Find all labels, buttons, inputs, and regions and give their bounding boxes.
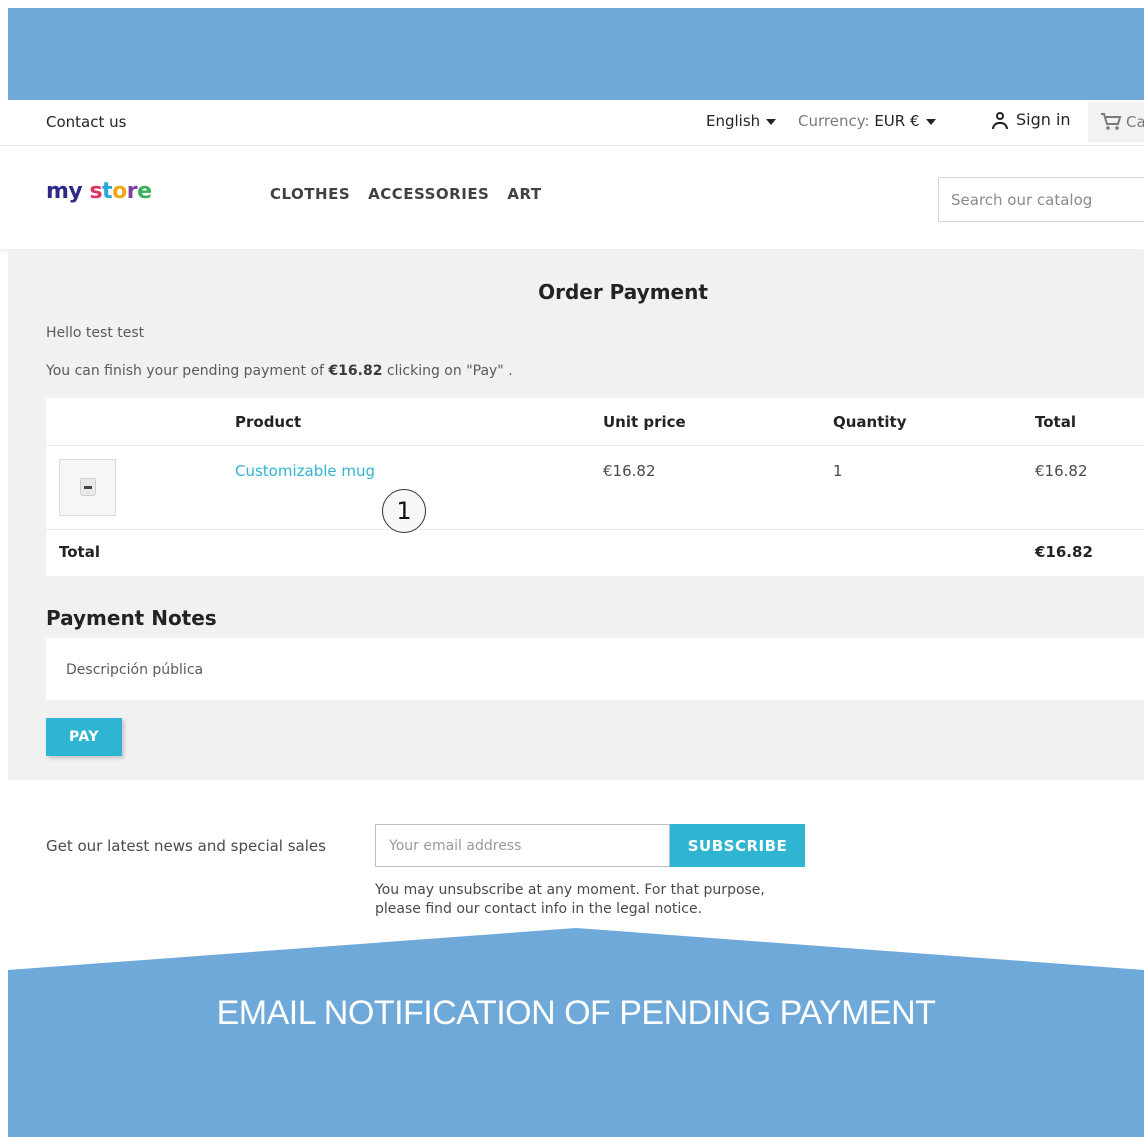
sign-in-link[interactable]: Sign in (992, 110, 1071, 129)
mug-image (80, 478, 96, 496)
table-header-row: Product Unit price Quantity Total (46, 398, 1144, 446)
nav-item-accessories[interactable]: ACCESSORIES (368, 185, 489, 203)
column-header-total: Total (1035, 413, 1076, 431)
email-field[interactable] (376, 825, 669, 866)
payment-notes-title: Payment Notes (46, 606, 217, 630)
logo-my: my (46, 179, 83, 204)
column-header-unit-price: Unit price (603, 413, 686, 431)
site-header: my store CLOTHES ACCESSORIES ART (0, 147, 1144, 249)
total-cell: €16.82 (1035, 462, 1088, 480)
pending-suffix: clicking on "Pay" . (382, 363, 513, 379)
currency-selector[interactable]: Currency: EUR € (798, 112, 936, 130)
order-table: Product Unit price Quantity Total Custom… (46, 398, 1144, 576)
cart-icon (1100, 112, 1122, 132)
bottom-banner: EMAIL NOTIFICATION OF PENDING PAYMENT (0, 928, 1144, 1137)
greeting-text: Hello test test (46, 325, 145, 341)
unsubscribe-note: You may unsubscribe at any moment. For t… (375, 882, 765, 917)
total-label: Total (59, 543, 100, 561)
product-link[interactable]: Customizable mug (235, 462, 375, 480)
sign-in-label: Sign in (1016, 110, 1071, 129)
email-field-wrapper (375, 824, 670, 867)
logo-letter: o (112, 179, 127, 204)
pending-amount: €16.82 (328, 363, 383, 379)
order-payment-section: Order Payment Hello test test You can fi… (8, 250, 1144, 780)
pending-prefix: You can finish your pending payment of (46, 363, 329, 379)
logo-letter: e (137, 179, 152, 204)
logo-letter: t (102, 179, 113, 204)
column-header-quantity: Quantity (833, 413, 907, 431)
pending-payment-text: You can finish your pending payment of €… (46, 363, 513, 379)
table-row: Customizable mug €16.82 1 €16.82 (46, 446, 1144, 530)
payment-notes-box: Descripción pública (46, 638, 1144, 700)
chevron-down-icon (766, 118, 777, 125)
language-label: English (706, 112, 761, 130)
quantity-cell: 1 (833, 462, 843, 480)
search-input[interactable] (939, 178, 1144, 221)
language-selector[interactable]: English (706, 112, 777, 130)
pay-button[interactable]: PAY (46, 718, 122, 756)
annotation-badge: 1 (382, 489, 426, 533)
currency-label: Currency: (798, 112, 870, 130)
cart-button[interactable]: Ca (1088, 102, 1144, 142)
top-banner (8, 8, 1144, 100)
payment-notes-text: Descripción pública (66, 662, 204, 678)
unit-price-cell: €16.82 (603, 462, 656, 480)
main-nav: CLOTHES ACCESSORIES ART (270, 185, 542, 203)
subscribe-button[interactable]: SUBSCRIBE (670, 824, 805, 867)
banner-caption: EMAIL NOTIFICATION OF PENDING PAYMENT (216, 994, 936, 1032)
chevron-down-icon (925, 118, 936, 125)
top-nav-bar: Contact us English Currency: EUR € Sign … (0, 100, 1144, 146)
column-header-product: Product (235, 413, 302, 431)
total-value: €16.82 (1035, 543, 1093, 561)
logo-letter: r (126, 179, 138, 204)
currency-value: EUR € (874, 112, 920, 130)
search-box (938, 177, 1144, 222)
user-icon (992, 111, 1008, 129)
page-title: Order Payment (538, 280, 708, 304)
newsletter-text: Get our latest news and special sales (46, 837, 326, 855)
nav-item-clothes[interactable]: CLOTHES (270, 185, 350, 203)
logo-letter: s (89, 179, 103, 204)
table-total-row: Total €16.82 (46, 530, 1144, 576)
product-thumbnail[interactable] (59, 459, 116, 516)
contact-us-link[interactable]: Contact us (46, 113, 126, 131)
nav-item-art[interactable]: ART (507, 185, 541, 203)
cart-label: Ca (1126, 113, 1144, 131)
store-logo[interactable]: my store (46, 179, 152, 204)
